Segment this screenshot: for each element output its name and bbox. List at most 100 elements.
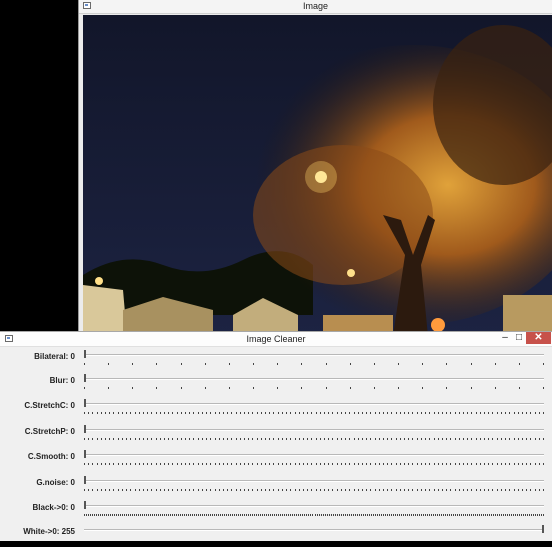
blur-slider-thumb[interactable]	[84, 374, 86, 382]
slider-tick	[172, 489, 174, 491]
slider-tick	[446, 363, 448, 365]
close-button[interactable]: ✕	[526, 332, 551, 344]
slider-tick	[322, 514, 324, 516]
slider-tick	[231, 412, 233, 414]
csmooth-slider-thumb[interactable]	[84, 450, 86, 458]
slider-tick	[437, 489, 439, 491]
slider-tick	[113, 438, 115, 440]
slider-tick	[281, 412, 283, 414]
gnoise-slider-track[interactable]	[84, 480, 544, 482]
slider-tick	[204, 363, 206, 365]
gnoise-slider-thumb[interactable]	[84, 476, 86, 484]
blur-slider-track[interactable]	[84, 378, 544, 380]
slider-tick	[96, 514, 98, 516]
slider-tick	[121, 489, 123, 491]
slider-tick	[220, 514, 222, 516]
slider-tick	[319, 489, 321, 491]
slider-tick	[476, 514, 478, 516]
slider-tick	[300, 514, 302, 516]
cstretchc-slider-thumb[interactable]	[84, 399, 86, 407]
slider-tick	[319, 463, 321, 465]
slider-tick	[126, 412, 128, 414]
slider-tick	[470, 363, 472, 365]
slider-tick	[478, 514, 480, 516]
slider-tick	[158, 514, 160, 516]
slider-tick	[517, 438, 519, 440]
slider-tick	[184, 514, 186, 516]
bilateral-slider-track[interactable]	[84, 354, 544, 356]
slider-tick	[197, 489, 199, 491]
slider-tick	[116, 514, 118, 516]
slider-tick	[155, 463, 157, 465]
slider-tick	[336, 412, 338, 414]
white-slider-thumb[interactable]	[542, 525, 544, 533]
slider-tick	[108, 363, 110, 365]
slider-tick	[437, 412, 439, 414]
slider-tick	[349, 489, 351, 491]
slider-tick	[214, 514, 216, 516]
slider-tick	[382, 438, 384, 440]
slider-tick	[475, 463, 477, 465]
slider-ticks	[84, 463, 544, 467]
slider-tick	[222, 489, 224, 491]
slider-tick	[425, 489, 427, 491]
slider-tick	[109, 489, 111, 491]
slider-tick	[500, 514, 502, 516]
slider-tick	[516, 514, 518, 516]
slider-tick	[446, 463, 448, 465]
slider-tick	[239, 412, 241, 414]
slider-tick	[399, 463, 401, 465]
slider-tick	[254, 514, 256, 516]
slider-tick	[366, 489, 368, 491]
slider-tick	[214, 412, 216, 414]
cstretchp-slider-track[interactable]	[84, 429, 544, 431]
slider-tick	[349, 412, 351, 414]
slider-tick	[492, 463, 494, 465]
cstretchp-slider-thumb[interactable]	[84, 425, 86, 433]
slider-tick	[193, 412, 195, 414]
slider-tick	[505, 463, 507, 465]
slider-tick	[142, 438, 144, 440]
slider-tick	[193, 489, 195, 491]
slider-tick	[182, 514, 184, 516]
white-slider-track[interactable]	[84, 529, 544, 531]
slider-tick	[214, 438, 216, 440]
slider-tick	[488, 463, 490, 465]
cleaner-window-title: Image Cleaner	[246, 334, 306, 344]
slider-tick	[509, 489, 511, 491]
slider-tick	[298, 463, 300, 465]
minimize-button[interactable]: –	[498, 332, 512, 344]
slider-tick	[164, 463, 165, 465]
slider-tick	[324, 463, 326, 465]
slider-tick	[142, 514, 144, 516]
slider-label: C.StretchP: 0	[24, 427, 75, 436]
maximize-button[interactable]: □	[512, 332, 526, 344]
slider-tick	[464, 514, 466, 516]
slider-tick	[530, 412, 532, 414]
black-slider-track[interactable]	[84, 505, 544, 507]
slider-tick	[500, 412, 502, 414]
slider-tick	[100, 463, 102, 465]
image-window-titlebar[interactable]: Image	[79, 0, 552, 14]
black-slider-thumb[interactable]	[84, 501, 86, 509]
slider-tick	[240, 514, 242, 516]
slider-tick	[488, 489, 490, 491]
slider-tick	[374, 438, 376, 440]
slider-tick	[452, 514, 454, 516]
slider-tick	[429, 412, 431, 414]
slider-tick	[408, 514, 410, 516]
cleaner-window-titlebar[interactable]: Image Cleaner – □ ✕	[0, 332, 552, 347]
slider-tick	[480, 514, 482, 516]
slider-tick	[349, 363, 351, 365]
slider-tick	[462, 463, 464, 465]
slider-tick	[92, 463, 94, 465]
slider-tick	[512, 514, 514, 516]
cstretchc-slider-track[interactable]	[84, 403, 544, 405]
slider-tick	[206, 412, 208, 414]
slider-tick	[454, 412, 456, 414]
slider-tick	[357, 463, 359, 465]
csmooth-slider-track[interactable]	[84, 454, 544, 456]
slider-tick	[314, 514, 316, 516]
slider-tick	[189, 463, 191, 465]
bilateral-slider-thumb[interactable]	[84, 350, 86, 358]
